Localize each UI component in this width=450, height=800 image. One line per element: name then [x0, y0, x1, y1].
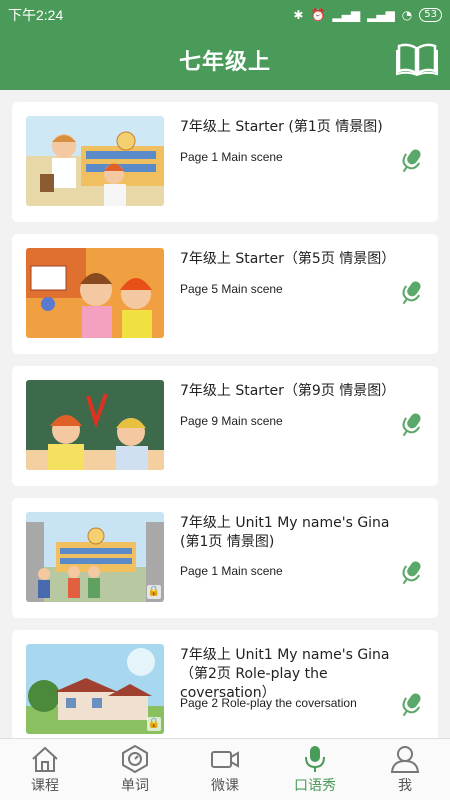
lesson-subtitle: Page 2 Role-play the coversation — [180, 696, 357, 710]
lesson-title: 7年级上 Starter（第9页 情景图） — [180, 383, 396, 399]
lesson-title: 7年级上 Unit1 My name's Gina (第1页 情景图) — [180, 515, 390, 550]
lock-icon: 🔒 — [147, 717, 161, 731]
lesson-title: 7年级上 Starter (第1页 情景图) — [180, 119, 383, 135]
lesson-card[interactable]: 7年级上 Starter（第9页 情景图） Page 9 Main scene — [12, 366, 438, 486]
lesson-subtitle: Page 1 Main scene — [180, 150, 283, 164]
mic-icon[interactable] — [398, 558, 424, 588]
word-icon — [122, 745, 148, 773]
tab-microclass[interactable]: 微课 — [180, 739, 270, 800]
lesson-card[interactable]: 🔒 7年级上 Unit1 My name's Gina（第2页 Role-pla… — [12, 630, 438, 738]
tab-label: 我 — [398, 778, 412, 794]
status-bar: 下午2:24 ✱ ⏰ ▂▄▆ ▂▄▆ ◔ 53 — [0, 0, 450, 30]
lesson-thumbnail: 🔒 — [26, 644, 164, 734]
status-time: 下午2:24 — [8, 7, 64, 23]
user-icon — [390, 746, 420, 773]
bluetooth-icon: ✱ — [293, 8, 304, 22]
lesson-card[interactable]: 7年级上 Starter（第5页 情景图） Page 5 Main scene — [12, 234, 438, 354]
lesson-thumbnail — [26, 248, 164, 338]
wifi-icon: ◔ — [401, 8, 413, 22]
lesson-subtitle: Page 5 Main scene — [180, 282, 283, 296]
book-icon[interactable] — [396, 40, 438, 76]
mic-icon[interactable] — [398, 278, 424, 308]
mic-icon[interactable] — [398, 690, 424, 720]
mic-icon[interactable] — [398, 146, 424, 176]
lesson-thumbnail: 🔒 — [26, 512, 164, 602]
lesson-card[interactable]: 7年级上 Starter (第1页 情景图) Page 1 Main scene — [12, 102, 438, 222]
tab-courses[interactable]: 课程 — [0, 739, 90, 800]
lesson-thumbnail — [26, 116, 164, 206]
video-icon — [211, 751, 239, 768]
lesson-thumbnail — [26, 380, 164, 470]
lesson-card[interactable]: 🔒 7年级上 Unit1 My name's Gina (第1页 情景图) Pa… — [12, 498, 438, 618]
lesson-subtitle: Page 9 Main scene — [180, 414, 283, 428]
tab-label: 口语秀 — [294, 778, 336, 794]
alarm-icon: ⏰ — [310, 8, 326, 22]
tab-me[interactable]: 我 — [360, 739, 450, 800]
lesson-list[interactable]: 7年级上 Starter (第1页 情景图) Page 1 Main scene — [0, 90, 450, 738]
battery-icon: 53 — [419, 8, 442, 22]
tab-label: 微课 — [211, 778, 239, 794]
home-icon — [32, 746, 58, 772]
tab-label: 课程 — [31, 778, 59, 794]
app-header: 七年级上 — [0, 30, 450, 90]
lesson-title: 7年级上 Starter（第5页 情景图） — [180, 251, 396, 267]
mic-icon[interactable] — [398, 410, 424, 440]
tab-words[interactable]: 单词 — [90, 739, 180, 800]
mic-icon — [305, 746, 325, 772]
page-title: 七年级上 — [178, 50, 271, 75]
signal-icon: ▂▄▆ — [332, 8, 361, 22]
lesson-subtitle: Page 1 Main scene — [180, 564, 283, 578]
status-icons: ✱ ⏰ ▂▄▆ ▂▄▆ ◔ 53 — [293, 8, 442, 22]
lock-icon: 🔒 — [147, 585, 161, 599]
bottom-tab-bar: 课程 单词 微课 口语秀 我 — [0, 738, 450, 800]
tab-speaking[interactable]: 口语秀 — [270, 739, 360, 800]
lesson-title: 7年级上 Unit1 My name's Gina（第2页 Role-play … — [180, 647, 390, 701]
signal-icon-2: ▂▄▆ — [367, 8, 395, 22]
tab-label: 单词 — [121, 778, 149, 794]
